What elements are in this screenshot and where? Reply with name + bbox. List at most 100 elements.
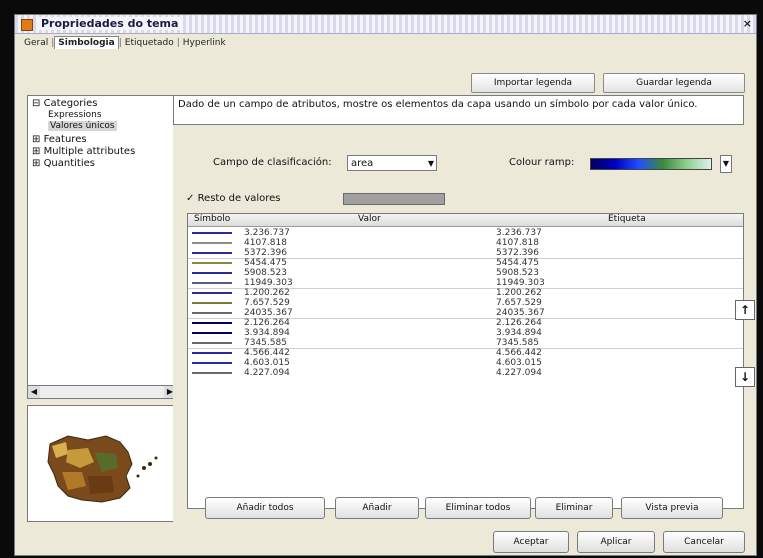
table-row[interactable]: 4.603.015 4.603.015	[188, 358, 743, 368]
tab-labeling[interactable]: Etiquetado	[122, 37, 177, 49]
accept-button[interactable]: Aceptar	[493, 531, 569, 553]
line-symbol[interactable]	[192, 292, 232, 294]
classification-field-select[interactable]: area ▼	[347, 155, 437, 171]
table-row[interactable]: 24035.367 24035.367	[188, 308, 743, 318]
title-bar[interactable]: Propriedades do tema ×	[15, 15, 756, 34]
line-symbol[interactable]	[192, 342, 232, 344]
preview-button[interactable]: Vista previa	[621, 497, 723, 519]
color-ramp-swatch[interactable]	[590, 158, 712, 170]
rest-values-label: Resto de valores	[197, 193, 281, 204]
row-value: 7345.585	[244, 338, 287, 348]
tree-horizontal-scrollbar[interactable]: ◀ ▶	[27, 385, 177, 399]
tab-symbology[interactable]: Simbologia	[54, 36, 119, 49]
row-value: 3.934.894	[244, 328, 290, 338]
rest-values-checkbox[interactable]: ✓ Resto de valores	[186, 193, 281, 204]
row-label[interactable]: 7.657.529	[496, 298, 542, 308]
theme-properties-window: Propriedades do tema × Geral | Simbologia |…	[14, 14, 757, 556]
table-row[interactable]: 4.566.442 4.566.442	[188, 348, 743, 358]
close-icon[interactable]: ×	[743, 17, 752, 30]
legend-description: Dado de un campo de atributos, mostre os…	[173, 95, 744, 125]
table-row[interactable]: 5372.396 5372.396	[188, 248, 743, 258]
row-label[interactable]: 5454.475	[496, 258, 539, 268]
line-symbol[interactable]	[192, 312, 232, 314]
line-symbol[interactable]	[192, 332, 232, 334]
line-symbol[interactable]	[192, 242, 232, 244]
chevron-down-icon[interactable]: ▼	[719, 155, 732, 173]
row-label[interactable]: 7345.585	[496, 338, 539, 348]
classification-field-label: Campo de clasificación:	[213, 157, 332, 168]
remove-button[interactable]: Eliminar	[535, 497, 613, 519]
scroll-left-icon[interactable]: ◀	[28, 386, 40, 398]
line-symbol[interactable]	[192, 262, 232, 264]
tree-label: Valores únicos	[48, 121, 117, 131]
line-symbol[interactable]	[192, 362, 232, 364]
arrow-up-icon[interactable]: ↑	[735, 300, 755, 320]
tree-label: Categories	[43, 98, 98, 109]
tree-node-unique-values[interactable]: Valores únicos	[48, 121, 117, 131]
tree-node-quantities[interactable]: ⊞ Quantities	[32, 158, 95, 169]
table-row[interactable]: 5908.523 5908.523	[188, 268, 743, 278]
row-label[interactable]: 2.126.264	[496, 318, 542, 328]
apply-button[interactable]: Aplicar	[577, 531, 655, 553]
line-symbol[interactable]	[192, 322, 232, 324]
row-label[interactable]: 1.200.262	[496, 288, 542, 298]
row-label[interactable]: 11949.303	[496, 278, 545, 288]
line-symbol[interactable]	[192, 372, 232, 374]
line-symbol[interactable]	[192, 272, 232, 274]
selected-field: area	[351, 158, 374, 169]
tree-node-categories[interactable]: ⊟ Categories	[32, 98, 97, 109]
row-value: 1.200.262	[244, 288, 290, 298]
legend-preview	[27, 405, 177, 522]
tree-node-expressions[interactable]: Expressions	[48, 110, 102, 120]
import-legend-button[interactable]: Importar legenda	[471, 73, 595, 93]
row-label[interactable]: 4.603.015	[496, 358, 542, 368]
row-label[interactable]: 3.934.894	[496, 328, 542, 338]
row-label[interactable]: 24035.367	[496, 308, 545, 318]
cancel-button[interactable]: Cancelar	[663, 531, 745, 553]
remove-all-button[interactable]: Eliminar todos	[425, 497, 531, 519]
line-symbol[interactable]	[192, 252, 232, 254]
header-value[interactable]: Valor	[358, 214, 381, 224]
table-row[interactable]: 1.200.262 1.200.262	[188, 288, 743, 298]
table-row[interactable]: 3.934.894 3.934.894	[188, 328, 743, 338]
tree-node-features[interactable]: ⊞ Features	[32, 134, 87, 145]
line-symbol[interactable]	[192, 232, 232, 234]
tab-hyperlink[interactable]: Hyperlink	[180, 37, 229, 49]
table-row[interactable]: 7345.585 7345.585	[188, 338, 743, 348]
table-row[interactable]: 4.227.094 4.227.094	[188, 368, 743, 378]
table-row[interactable]: 5454.475 5454.475	[188, 258, 743, 268]
add-button[interactable]: Añadir	[335, 497, 419, 519]
header-label[interactable]: Etiqueta	[608, 214, 646, 224]
row-value: 2.126.264	[244, 318, 290, 328]
line-symbol[interactable]	[192, 282, 232, 284]
tree-label: Features	[43, 134, 87, 145]
row-value: 5454.475	[244, 258, 287, 268]
tab-bar: Geral | Simbologia | Etiquetado | Hyperlink	[21, 36, 229, 53]
row-label[interactable]: 5372.396	[496, 248, 539, 258]
table-row[interactable]: 4107.818 4107.818	[188, 238, 743, 248]
tree-node-multiple-attributes[interactable]: ⊞ Multiple attributes	[32, 146, 135, 157]
table-row[interactable]: 11949.303 11949.303	[188, 278, 743, 288]
table-header: Símbolo Valor Etiqueta	[188, 214, 743, 227]
table-row[interactable]: 3.236.737 3.236.737	[188, 228, 743, 238]
add-all-button[interactable]: Añadir todos	[205, 497, 325, 519]
values-table: Símbolo Valor Etiqueta 3.236.737 3.236.73…	[187, 213, 744, 509]
table-row[interactable]: 7.657.529 7.657.529	[188, 298, 743, 308]
header-symbol[interactable]: Símbolo	[194, 214, 230, 224]
row-label[interactable]: 5908.523	[496, 268, 539, 278]
theme-icon	[21, 19, 33, 31]
row-label[interactable]: 4.227.094	[496, 368, 542, 378]
row-value: 4.603.015	[244, 358, 290, 368]
rest-values-symbol[interactable]	[343, 193, 445, 205]
arrow-down-icon[interactable]: ↓	[735, 367, 755, 387]
line-symbol[interactable]	[192, 352, 232, 354]
line-symbol[interactable]	[192, 302, 232, 304]
row-label[interactable]: 4107.818	[496, 238, 539, 248]
row-label[interactable]: 3.236.737	[496, 228, 542, 238]
table-row[interactable]: 2.126.264 2.126.264	[188, 318, 743, 328]
row-label[interactable]: 4.566.442	[496, 348, 542, 358]
save-legend-button[interactable]: Guardar legenda	[603, 73, 745, 93]
symbology-panel: Dado de un campo de atributos, mostre os…	[173, 95, 744, 525]
tab-general[interactable]: Geral	[21, 37, 51, 49]
chevron-down-icon: ▼	[427, 159, 434, 168]
